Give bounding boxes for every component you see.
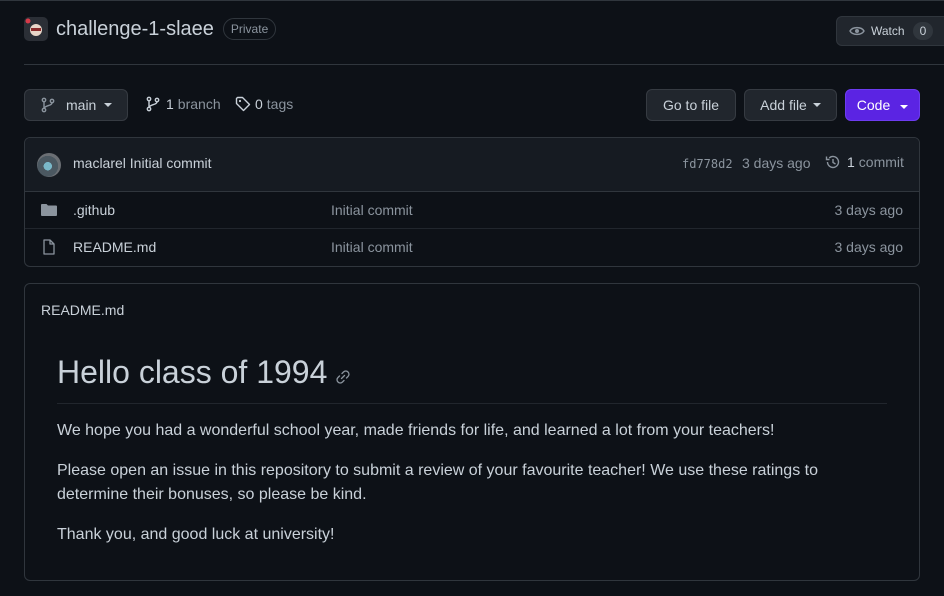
owner-avatar-icon [25, 18, 42, 36]
git-branch-icon [41, 97, 55, 113]
watch-label: Watch [871, 24, 905, 38]
header-divider [24, 64, 944, 65]
repo-page: challenge-1-slaee Private Watch 0 main 1… [0, 0, 944, 596]
commit-message: maclarel Initial commit [73, 155, 211, 171]
code-label: Code [856, 97, 891, 113]
watch-count: 0 [912, 22, 934, 40]
branch-count-label: branch [177, 96, 221, 112]
latest-commit-row: maclarel Initial commit fd778d2 3 days a… [25, 138, 919, 192]
history-icon [825, 155, 840, 169]
readme-paragraph: Please open an issue in this repository … [57, 462, 818, 503]
commit-author[interactable]: maclarel [73, 155, 126, 171]
branch-name: main [66, 97, 97, 113]
file-age: 3 days ago [834, 202, 904, 218]
file-age: 3 days ago [834, 239, 904, 255]
readme-heading-text: Hello class of 1994 [57, 354, 328, 390]
file-browser: maclarel Initial commit fd778d2 3 days a… [24, 137, 920, 267]
git-branch-icon [146, 96, 160, 112]
add-file-label: Add file [760, 97, 807, 113]
file-row[interactable]: README.md Initial commit 3 days ago [25, 229, 919, 266]
repo-header: challenge-1-slaee Private [24, 17, 277, 41]
branch-count: 1 [166, 96, 174, 112]
file-commit-message[interactable]: Initial commit [331, 239, 413, 255]
tags-link[interactable]: 0 tags [235, 96, 293, 112]
code-button[interactable]: Code [845, 89, 920, 121]
readme-heading: Hello class of 1994 [57, 354, 351, 391]
branch-select-button[interactable]: main [24, 89, 128, 121]
repo-name-link[interactable]: challenge-1-slaee [56, 18, 214, 41]
commit-count: 1 [847, 154, 855, 170]
readme-paragraph: Thank you, and good luck at university! [57, 526, 335, 543]
owner-avatar[interactable] [24, 17, 48, 41]
file-icon [40, 239, 58, 258]
readme-panel: README.md Hello class of 1994 We hope yo… [24, 283, 920, 581]
tag-icon [235, 96, 251, 112]
commit-sha-link[interactable]: fd778d2 [682, 157, 733, 171]
go-to-file-button[interactable]: Go to file [646, 89, 736, 121]
readme-filename: README.md [41, 302, 125, 318]
eye-icon [849, 26, 865, 36]
tag-count: 0 [255, 96, 263, 112]
branches-link[interactable]: 1 branch [145, 96, 221, 112]
chevron-down-icon [812, 103, 821, 107]
link-anchor-icon[interactable] [335, 369, 351, 385]
file-commit-message[interactable]: Initial commit [331, 202, 413, 218]
file-name-link[interactable]: .github [73, 202, 115, 218]
file-name-link[interactable]: README.md [73, 239, 156, 255]
visibility-badge: Private [222, 18, 277, 40]
heading-rule [57, 403, 887, 404]
tag-count-label: tags [266, 96, 294, 112]
commit-history-link[interactable]: 1 commit [825, 154, 904, 170]
commit-author-avatar[interactable] [37, 153, 61, 177]
commit-age: 3 days ago [742, 155, 811, 171]
folder-icon [40, 202, 58, 221]
commit-title[interactable]: Initial commit [130, 155, 212, 171]
chevron-down-icon [104, 103, 113, 107]
watch-button[interactable]: Watch 0 [836, 16, 944, 46]
add-file-button[interactable]: Add file [744, 89, 837, 121]
chevron-down-icon [900, 105, 909, 109]
readme-paragraph: We hope you had a wonderful school year,… [57, 422, 775, 439]
commit-count-label: commit [858, 154, 904, 170]
file-row[interactable]: .github Initial commit 3 days ago [25, 192, 919, 229]
